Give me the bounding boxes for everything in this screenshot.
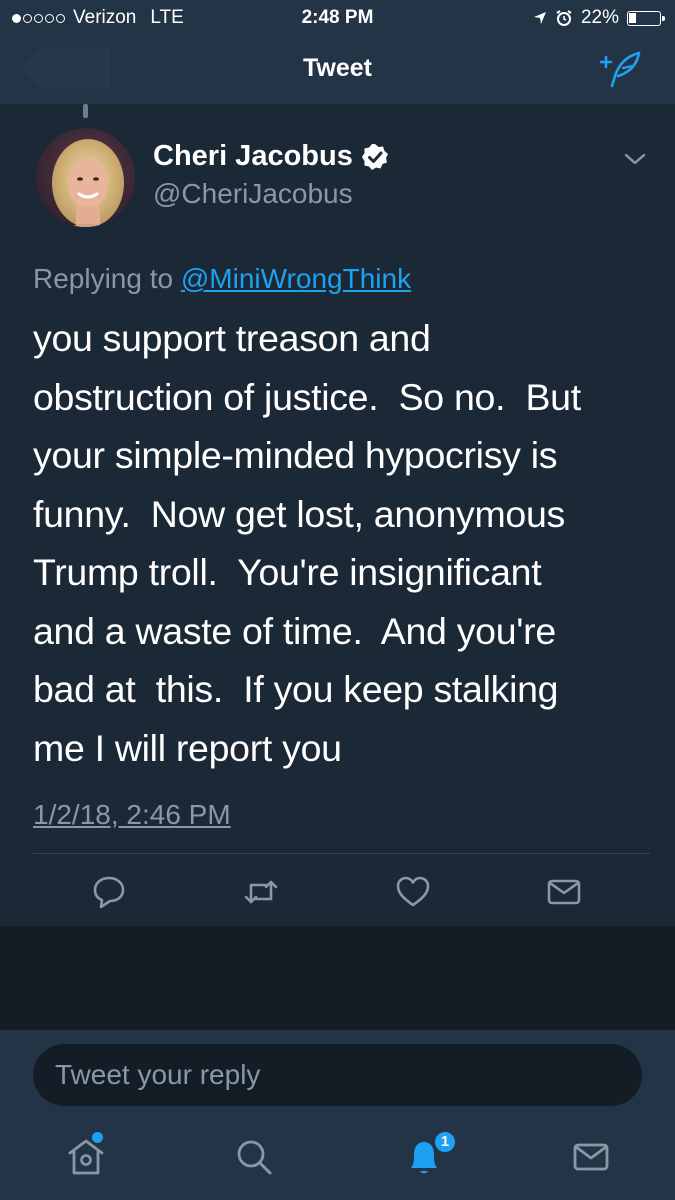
chevron-down-icon[interactable]	[622, 148, 648, 170]
replying-prefix: Replying to	[33, 263, 174, 294]
replying-to-line: Replying to @MiniWrongThink	[33, 263, 411, 295]
retweet-icon[interactable]	[243, 874, 279, 910]
replying-to-link[interactable]: @MiniWrongThink	[181, 263, 411, 294]
thread-connector	[83, 104, 88, 118]
direct-message-icon[interactable]	[546, 874, 582, 910]
battery-percent: 22%	[580, 7, 619, 28]
author-name: Cheri Jacobus	[153, 140, 353, 172]
status-bar: Verizon LTE 2:48 PM 22%	[0, 0, 675, 36]
page-title: Tweet	[303, 54, 372, 82]
tweet-timestamp[interactable]: 1/2/18, 2:46 PM	[33, 799, 231, 831]
reply-icon[interactable]	[91, 874, 127, 910]
tweet-text: you support treason and obstruction of j…	[33, 317, 581, 769]
author-name-row[interactable]: Cheri Jacobus	[153, 140, 389, 173]
like-icon[interactable]	[395, 874, 431, 910]
author-handle[interactable]: @CheriJacobus	[153, 178, 353, 210]
divider	[33, 853, 650, 854]
empty-space	[0, 926, 675, 1030]
compose-tweet-icon	[599, 51, 641, 88]
search-icon[interactable]	[230, 1133, 278, 1181]
notifications-badge: 1	[433, 1130, 457, 1154]
location-arrow-icon	[533, 12, 546, 24]
verified-badge-icon	[361, 143, 388, 170]
home-new-dot	[92, 1132, 103, 1143]
tweet-actions	[0, 866, 675, 918]
status-right: 22%	[533, 7, 665, 29]
messages-icon[interactable]	[567, 1133, 615, 1181]
alarm-clock-icon	[556, 10, 572, 26]
compose-tweet-button[interactable]	[597, 50, 645, 90]
battery-icon	[627, 10, 665, 26]
reply-input[interactable]	[33, 1044, 642, 1106]
home-icon[interactable]	[62, 1133, 110, 1181]
avatar[interactable]	[33, 125, 138, 230]
